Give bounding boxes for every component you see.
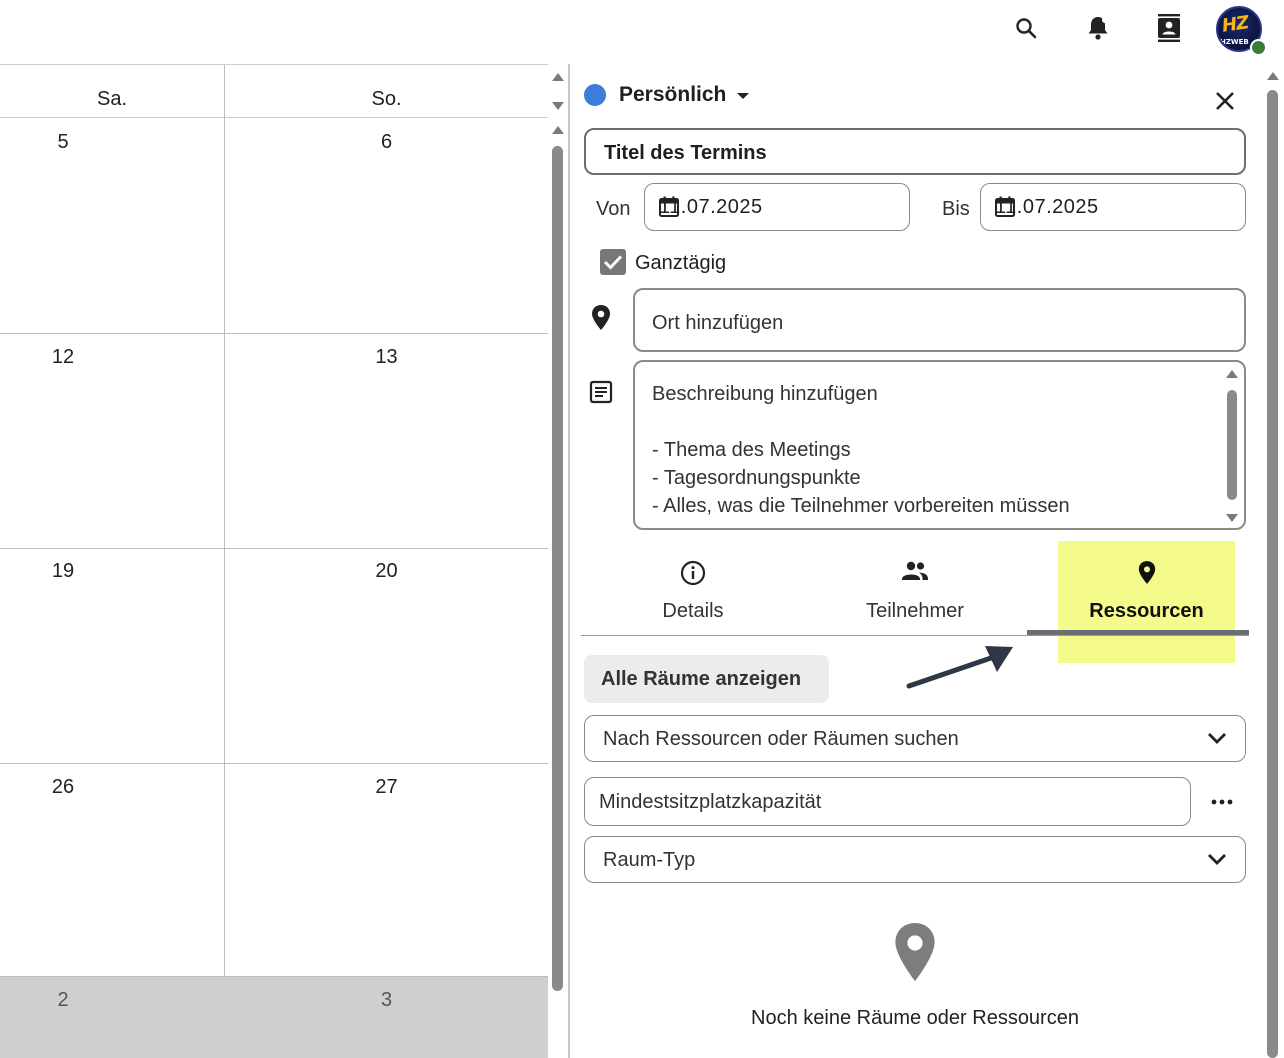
calendar-icon[interactable] xyxy=(659,196,899,223)
day-header-sa: Sa. xyxy=(0,65,224,118)
day-cell[interactable]: 6 xyxy=(225,119,548,333)
top-bar: HZ HZWEB xyxy=(0,0,1284,64)
to-date-input[interactable]: 11.07.2025 xyxy=(980,183,1246,231)
description-line: - Thema des Meetings xyxy=(652,439,851,461)
event-title-input[interactable]: Titel des Termins xyxy=(584,128,1246,175)
scroll-up-icon[interactable] xyxy=(1226,370,1238,378)
column-divider xyxy=(224,65,225,977)
scroll-down-icon[interactable] xyxy=(1226,514,1238,522)
tab-label: Teilnehmer xyxy=(866,600,964,622)
avatar-sub: HZWEB xyxy=(1220,38,1249,46)
search-icon[interactable] xyxy=(1008,10,1044,46)
chevron-down-icon[interactable] xyxy=(1207,852,1227,866)
caret-down-icon[interactable] xyxy=(737,93,749,99)
people-icon xyxy=(901,560,929,587)
from-label: Von xyxy=(596,198,631,220)
notes-icon xyxy=(589,380,613,409)
all-day-label: Ganztägig xyxy=(635,252,727,274)
day-cell[interactable]: 26 xyxy=(0,764,126,976)
calendar-color-dot xyxy=(584,84,606,106)
scrollbar-thumb[interactable] xyxy=(1227,390,1237,500)
tab-participants[interactable]: Teilnehmer xyxy=(804,544,1026,634)
day-cell[interactable]: 27 xyxy=(225,764,548,976)
tabs-divider xyxy=(581,635,1249,636)
room-type-select[interactable]: Raum-Typ xyxy=(584,836,1246,883)
to-label: Bis xyxy=(942,198,970,220)
day-cell[interactable]: 3 xyxy=(225,977,548,1058)
week-row: 5 6 xyxy=(0,119,548,334)
pin-icon xyxy=(1137,560,1157,591)
show-all-rooms-button[interactable]: Alle Räume anzeigen xyxy=(584,655,829,703)
tab-details[interactable]: Details xyxy=(582,544,804,634)
description-scrollbar[interactable] xyxy=(1226,368,1238,524)
active-tab-indicator xyxy=(1027,630,1249,635)
calendar-scrollbar[interactable] xyxy=(548,64,568,1058)
description-line: - Alles, was die Teilnehmer vorbereiten … xyxy=(652,495,1070,517)
online-status-dot xyxy=(1250,39,1267,56)
location-pin-icon xyxy=(590,304,612,337)
scroll-up-icon[interactable] xyxy=(552,126,564,134)
tab-label: Details xyxy=(662,600,724,622)
empty-state-text: Noch keine Räume oder Ressourcen xyxy=(751,1007,1079,1029)
tab-resources[interactable]: Ressourcen xyxy=(1058,541,1235,663)
week-row: 12 13 xyxy=(0,334,548,549)
show-all-rooms-label: Alle Räume anzeigen xyxy=(601,668,802,690)
description-textarea[interactable]: Beschreibung hinzufügen - Thema des Meet… xyxy=(633,360,1246,530)
location-placeholder: Ort hinzufügen xyxy=(652,312,784,334)
empty-state-pin-icon xyxy=(893,921,937,988)
close-icon[interactable] xyxy=(1212,88,1238,114)
day-header-label: Sa. xyxy=(96,88,128,110)
description-line: - Tagesordnungspunkte xyxy=(652,467,861,489)
day-cell[interactable]: 19 xyxy=(0,549,126,763)
day-header-label: So. xyxy=(371,88,402,110)
resource-search-placeholder: Nach Ressourcen oder Räumen suchen xyxy=(603,728,959,750)
week-row: 26 27 xyxy=(0,764,548,977)
calendar-icon[interactable] xyxy=(995,196,1235,223)
min-capacity-placeholder: Mindestsitzplatzkapazität xyxy=(599,791,822,813)
panel-scrollbar[interactable] xyxy=(1262,64,1284,1058)
scroll-down-icon[interactable] xyxy=(552,102,564,110)
day-header-so: So. xyxy=(225,65,548,118)
chevron-down-icon[interactable] xyxy=(1207,731,1227,745)
notification-bell-icon[interactable] xyxy=(1080,10,1116,46)
scroll-up-icon[interactable] xyxy=(552,73,564,81)
checkmark-icon xyxy=(603,255,623,270)
info-icon xyxy=(680,560,706,591)
more-options-icon[interactable] xyxy=(1210,792,1234,812)
contacts-icon[interactable] xyxy=(1151,10,1187,46)
scroll-up-icon[interactable] xyxy=(1267,72,1279,80)
day-cell[interactable]: 2 xyxy=(0,977,126,1058)
week-row-next-month: 2 3 xyxy=(0,977,548,1058)
avatar-logo: HZ xyxy=(1220,12,1250,37)
room-type-placeholder: Raum-Typ xyxy=(603,849,696,871)
min-capacity-input[interactable]: Mindestsitzplatzkapazität xyxy=(584,777,1191,826)
tab-label: Ressourcen xyxy=(1089,600,1204,622)
description-line: Beschreibung hinzufügen xyxy=(652,383,878,405)
event-editor-panel: Persönlich Titel des Termins Von 11.07.2… xyxy=(570,64,1260,1058)
event-title-text: Titel des Termins xyxy=(604,142,767,164)
calendar-selector[interactable]: Persönlich xyxy=(619,83,726,107)
scrollbar-thumb[interactable] xyxy=(552,146,563,991)
day-cell[interactable]: 5 xyxy=(0,119,126,333)
calendar-grid: Sa. So. 5 6 12 13 19 20 26 27 2 3 xyxy=(0,64,548,1058)
annotation-arrow-icon xyxy=(906,646,1013,689)
scrollbar-thumb[interactable] xyxy=(1267,90,1278,1058)
day-cell[interactable]: 13 xyxy=(225,334,548,548)
all-day-checkbox[interactable] xyxy=(600,249,626,275)
resource-search-select[interactable]: Nach Ressourcen oder Räumen suchen xyxy=(584,715,1246,762)
from-date-input[interactable]: 11.07.2025 xyxy=(644,183,910,231)
day-cell[interactable]: 20 xyxy=(225,549,548,763)
week-row: 19 20 xyxy=(0,549,548,764)
day-cell[interactable]: 12 xyxy=(0,334,126,548)
location-input[interactable]: Ort hinzufügen xyxy=(633,288,1246,352)
